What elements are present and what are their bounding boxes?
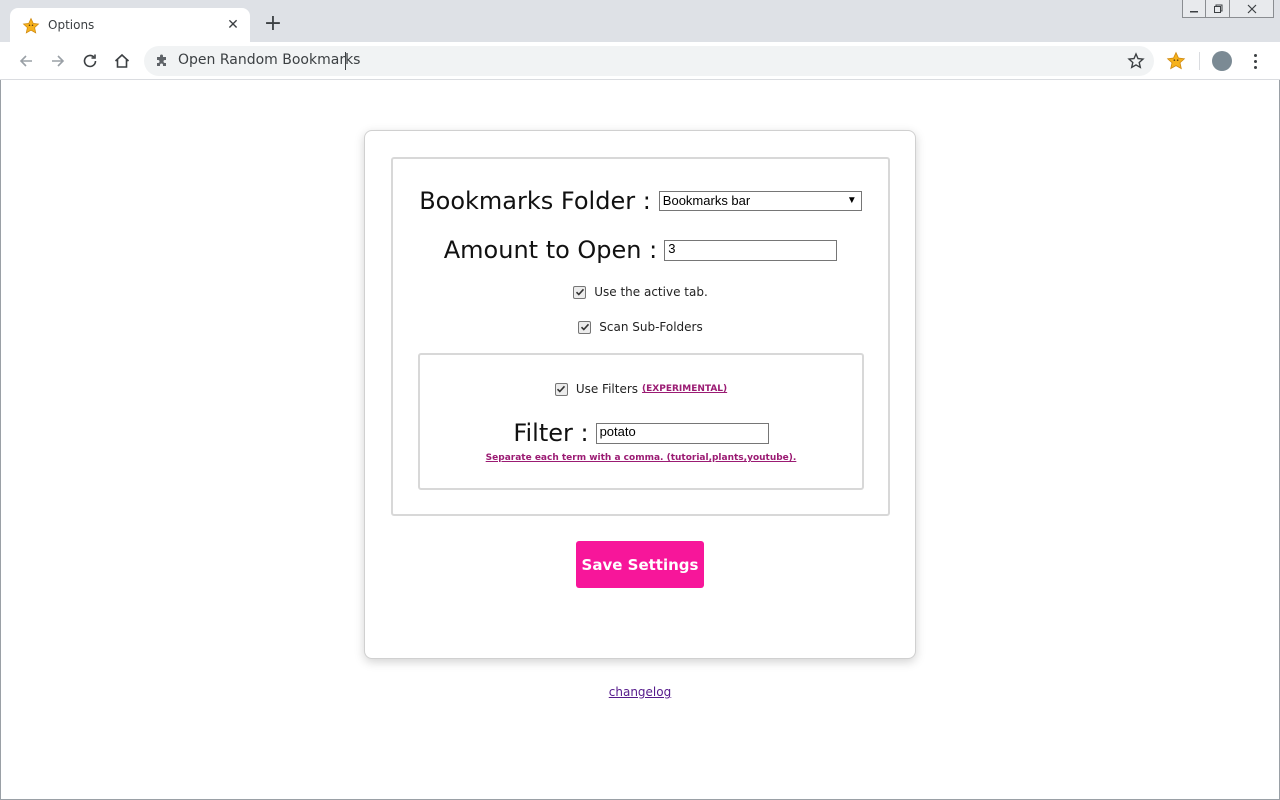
check-icon [575,288,584,296]
settings-box: Bookmarks Folder : Bookmarks bar ▼ Amoun… [391,157,890,516]
minimize-icon [1190,10,1198,12]
amount-label: Amount to Open : [443,236,658,264]
star-favicon-icon [22,17,40,34]
back-button[interactable] [13,48,39,74]
toolbar-separator [1199,52,1200,70]
extension-star-icon[interactable] [1166,51,1186,71]
amount-row: Amount to Open : 3 [393,236,888,264]
forward-icon [52,55,65,67]
new-tab-button[interactable]: + [262,13,284,35]
tab-close-icon[interactable]: ✕ [224,16,242,34]
changelog-row: changelog [0,685,1280,699]
browser-titlebar: Options ✕ + [0,0,1280,42]
active-tab-row: Use the active tab. [393,285,888,299]
home-icon [114,53,130,68]
subfolders-checkbox[interactable] [578,320,592,334]
minimize-button[interactable] [1182,0,1206,18]
filter-label: Filter : [513,419,589,447]
use-filters-row: Use Filters (EXPERIMENTAL) [420,382,862,396]
save-settings-button[interactable]: Save Settings [576,541,704,588]
browser-toolbar: Open Random Bookmarks [0,42,1280,80]
reload-button[interactable] [77,48,103,74]
subfolders-row: Scan Sub-Folders [393,320,888,334]
amount-value: 3 [668,240,676,256]
filter-box: Use Filters (EXPERIMENTAL) Filter : pota… [418,353,864,490]
tab-title: Options [48,18,95,32]
menu-dots-icon[interactable] [1245,51,1265,71]
folder-row: Bookmarks Folder : Bookmarks bar ▼ [393,187,888,215]
avatar[interactable] [1212,51,1232,71]
omnibox-text: Open Random Bookmarks [178,52,361,68]
check-icon [580,323,589,331]
filter-input[interactable]: potato [595,422,769,444]
use-filters-checkbox[interactable] [554,382,568,396]
active-tab-checkbox[interactable] [573,285,587,299]
tab-options[interactable]: Options ✕ [10,8,250,42]
changelog-link[interactable]: changelog [609,685,671,699]
folder-select[interactable]: Bookmarks bar ▼ [658,191,862,211]
filter-hint-row: Separate each term with a comma. (tutori… [420,453,862,463]
close-window-button[interactable] [1230,0,1274,18]
reload-icon [83,54,97,68]
amount-input[interactable]: 3 [664,239,838,261]
dropdown-arrow-icon: ▼ [846,195,857,206]
restore-icon [1213,4,1222,13]
omnibox[interactable]: Open Random Bookmarks [144,46,1154,76]
subfolders-label: Scan Sub-Folders [599,320,703,334]
filter-value: potato [599,423,636,439]
home-button[interactable] [109,48,135,74]
back-icon [19,55,32,67]
folder-select-value: Bookmarks bar [662,193,751,208]
check-icon [557,385,566,393]
active-tab-label: Use the active tab. [594,285,708,299]
use-filters-label: Use Filters [575,382,639,396]
text-caret [345,52,346,70]
window-controls [1182,0,1274,20]
close-icon [1247,4,1256,13]
bookmark-star-icon[interactable] [1126,51,1146,71]
options-card: Bookmarks Folder : Bookmarks bar ▼ Amoun… [364,130,916,659]
filter-row: Filter : potato [420,419,862,447]
filter-hint[interactable]: Separate each term with a comma. (tutori… [486,453,797,463]
restore-button[interactable] [1206,0,1230,18]
forward-button[interactable] [45,48,71,74]
experimental-link[interactable]: (EXPERIMENTAL) [642,384,727,394]
folder-label: Bookmarks Folder : [419,187,651,215]
puzzle-icon [157,54,166,66]
